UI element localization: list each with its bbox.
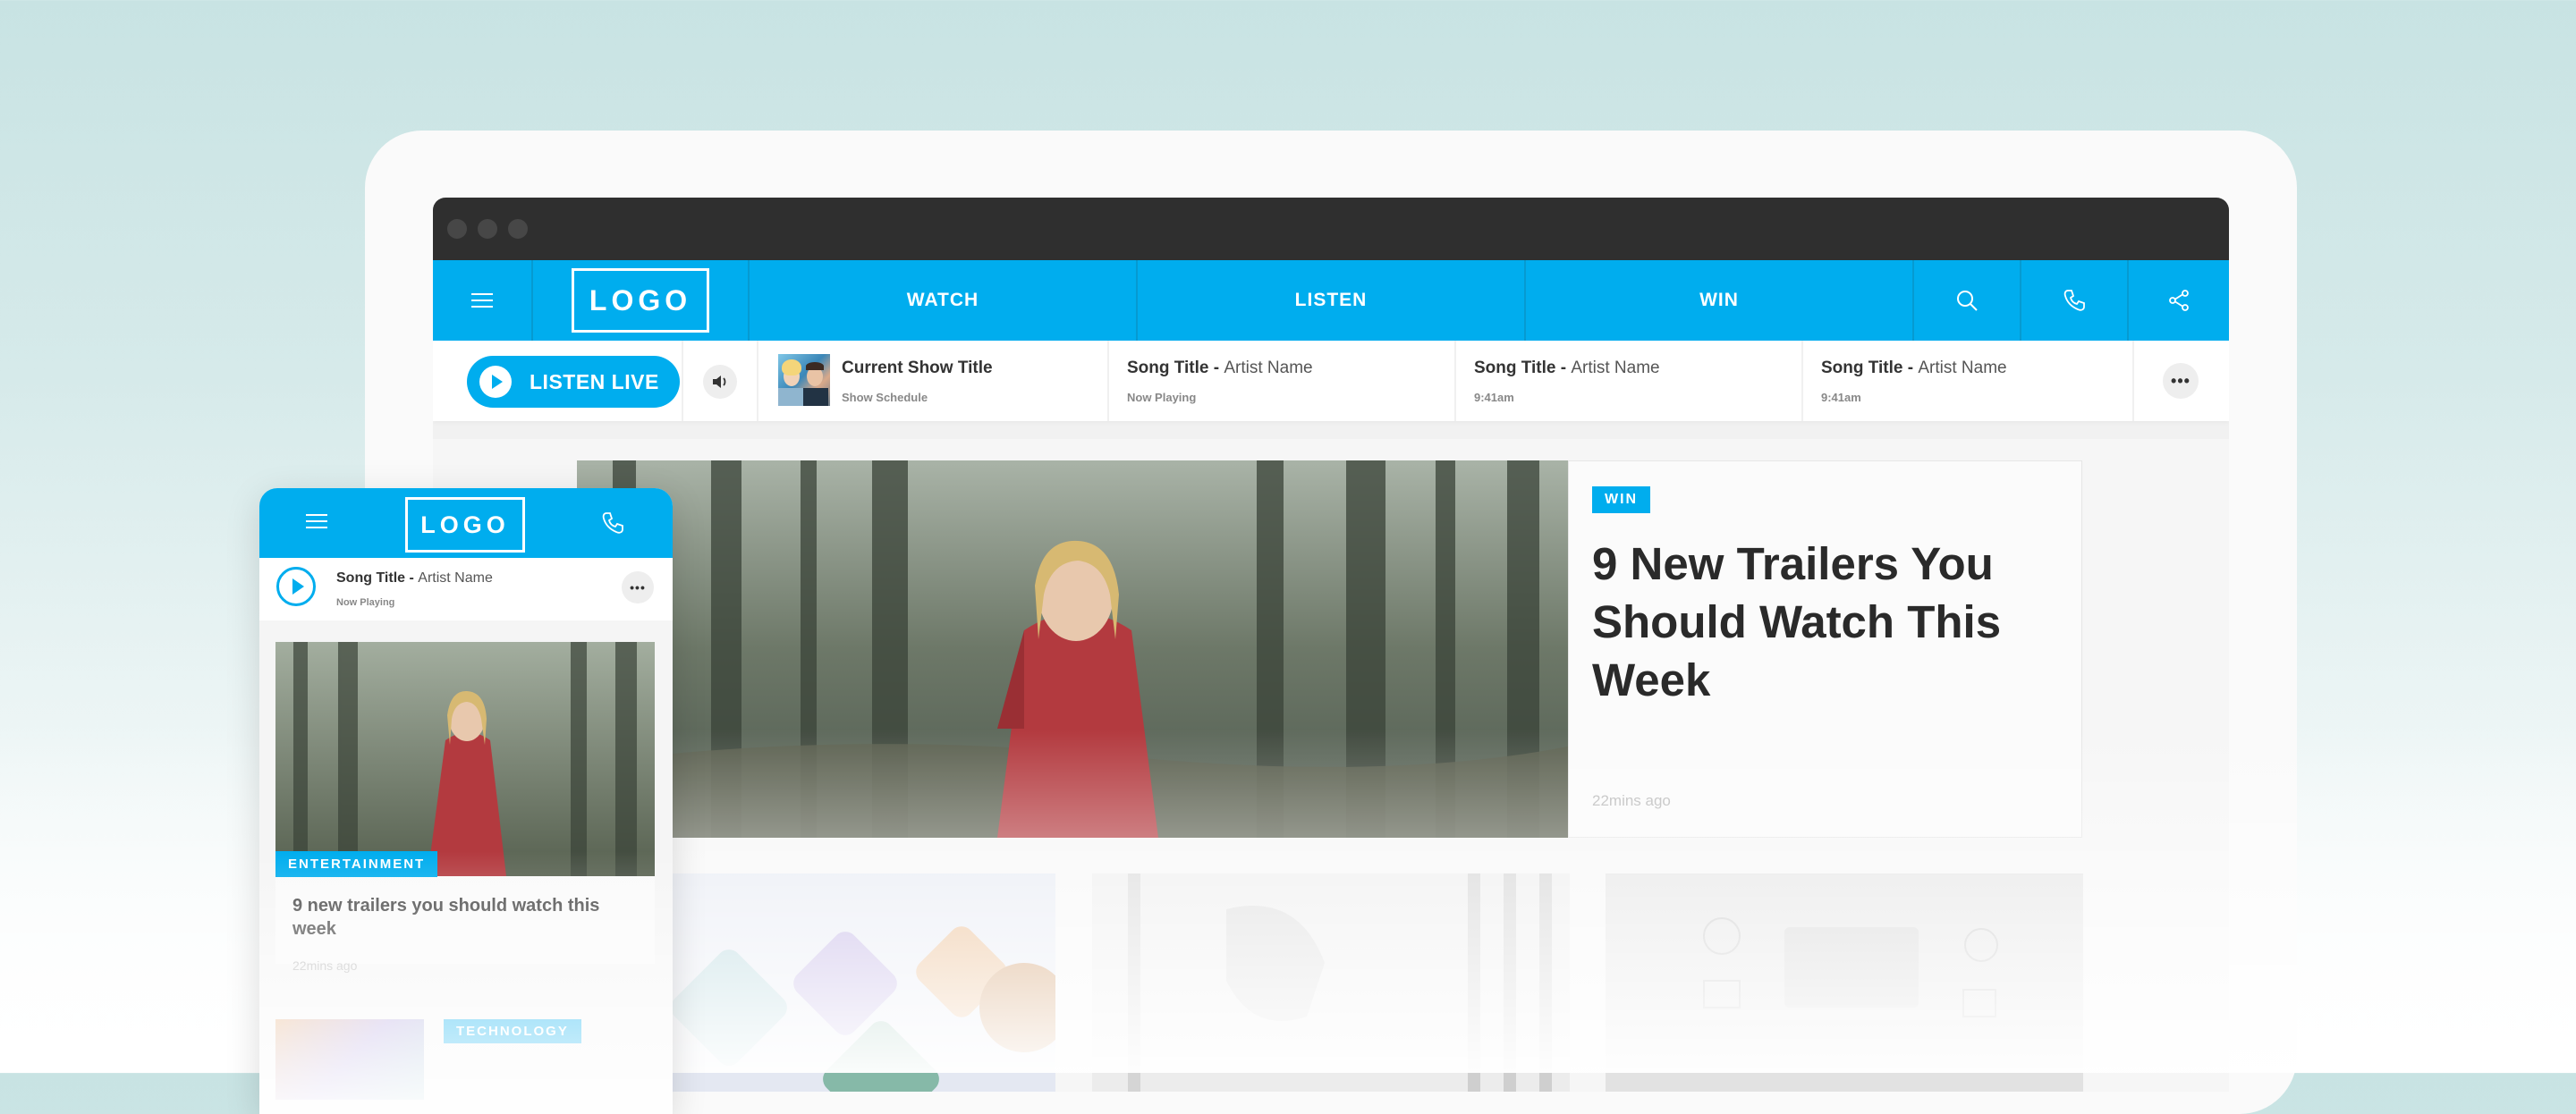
track-3-time: 9:41am: [1821, 391, 1861, 404]
mobile-menu-button[interactable]: [306, 513, 327, 534]
track-2-time: 9:41am: [1474, 391, 1514, 404]
listen-live-label: LISTEN LIVE: [530, 369, 659, 393]
divider: [757, 341, 758, 421]
phone-icon: [602, 512, 623, 534]
mobile-article-image: [275, 642, 655, 876]
volume-button[interactable]: [703, 365, 737, 399]
share-icon: [2169, 290, 2189, 311]
browser-titlebar: [433, 198, 2229, 260]
listen-live-button[interactable]: LISTEN LIVE: [467, 356, 680, 408]
mobile-category-badge[interactable]: ENTERTAINMENT: [275, 851, 438, 877]
divider: [1801, 341, 1803, 421]
main-navbar: LOGO WATCH LISTEN WIN: [433, 260, 2229, 341]
hero-timestamp: 22mins ago: [1592, 792, 1671, 809]
nav-item-win[interactable]: WIN: [1526, 260, 1914, 341]
article-thumbnail-3[interactable]: [1606, 873, 2083, 1092]
nav-item-listen[interactable]: LISTEN: [1138, 260, 1526, 341]
divider: [2132, 341, 2134, 421]
window-minimize-dot[interactable]: [478, 219, 497, 239]
window-close-dot[interactable]: [447, 219, 467, 239]
hero-headline[interactable]: 9 New Trailers You Should Watch This Wee…: [1592, 535, 2057, 709]
show-schedule-link[interactable]: Show Schedule: [842, 391, 928, 404]
play-icon: [479, 366, 512, 398]
thumbnail-image: [1092, 873, 1570, 1092]
mobile-article-time: 22mins ago: [292, 958, 358, 973]
track-1-title[interactable]: Song Title - Artist Name: [1127, 359, 1313, 378]
mobile-next-category[interactable]: TECHNOLOGY: [444, 1019, 581, 1043]
track-2-title[interactable]: Song Title - Artist Name: [1474, 359, 1660, 378]
track-1-status: Now Playing: [1127, 391, 1197, 404]
divider: [1454, 341, 1456, 421]
search-icon: [1957, 291, 1978, 311]
share-button[interactable]: [2129, 260, 2229, 341]
hero-image[interactable]: [577, 460, 1568, 838]
mobile-preview: LOGO Song Title - Artist Name Now Playin…: [259, 488, 673, 1114]
mobile-phone-button[interactable]: [601, 511, 624, 539]
mobile-track-status: Now Playing: [336, 597, 395, 608]
mobile-article-card[interactable]: ENTERTAINMENT 9 new trailers you should …: [275, 642, 655, 973]
player-bar: LISTEN LIVE Current Show Title Show Sche…: [433, 341, 2229, 421]
hamburger-icon: [306, 514, 327, 528]
ellipsis-icon: •••: [630, 580, 646, 595]
hamburger-icon: [471, 293, 493, 308]
mobile-next-thumbnail[interactable]: [275, 1019, 424, 1100]
category-badge[interactable]: WIN: [1592, 486, 1651, 513]
track-3-title[interactable]: Song Title - Artist Name: [1821, 359, 2007, 378]
browser-window: LOGO WATCH LISTEN WIN LISTEN LIVE Curren…: [433, 198, 2229, 1092]
show-thumbnail[interactable]: [778, 354, 830, 406]
mobile-hero-photo: [275, 642, 655, 876]
phone-icon: [2063, 290, 2085, 311]
player-more-button[interactable]: •••: [2163, 363, 2199, 399]
logo: LOGO: [572, 268, 709, 333]
divider: [1107, 341, 1109, 421]
article-thumbnail-2[interactable]: [1092, 873, 1570, 1092]
mobile-play-button[interactable]: [276, 567, 316, 606]
mobile-player-bar: Song Title - Artist Name Now Playing •••: [259, 558, 673, 620]
menu-button[interactable]: [433, 260, 533, 341]
divider: [682, 341, 683, 421]
nav-item-watch[interactable]: WATCH: [750, 260, 1138, 341]
mobile-track-title[interactable]: Song Title - Artist Name: [336, 570, 493, 587]
logo-link[interactable]: LOGO: [533, 260, 750, 341]
mobile-logo[interactable]: LOGO: [405, 497, 525, 553]
ellipsis-icon: •••: [2171, 371, 2190, 390]
mobile-article-title[interactable]: 9 new trailers you should watch this wee…: [292, 894, 614, 941]
hero-article-card[interactable]: WIN 9 New Trailers You Should Watch This…: [1568, 460, 2082, 838]
thumbnail-image: [1606, 873, 2083, 1092]
show-title[interactable]: Current Show Title: [842, 359, 993, 378]
hero-photo: [577, 460, 1568, 838]
mobile-more-button[interactable]: •••: [622, 571, 654, 603]
play-icon: [292, 578, 304, 595]
window-maximize-dot[interactable]: [508, 219, 528, 239]
mobile-navbar: LOGO: [259, 488, 673, 558]
phone-button[interactable]: [2021, 260, 2129, 341]
search-button[interactable]: [1914, 260, 2021, 341]
volume-icon: [713, 376, 726, 388]
